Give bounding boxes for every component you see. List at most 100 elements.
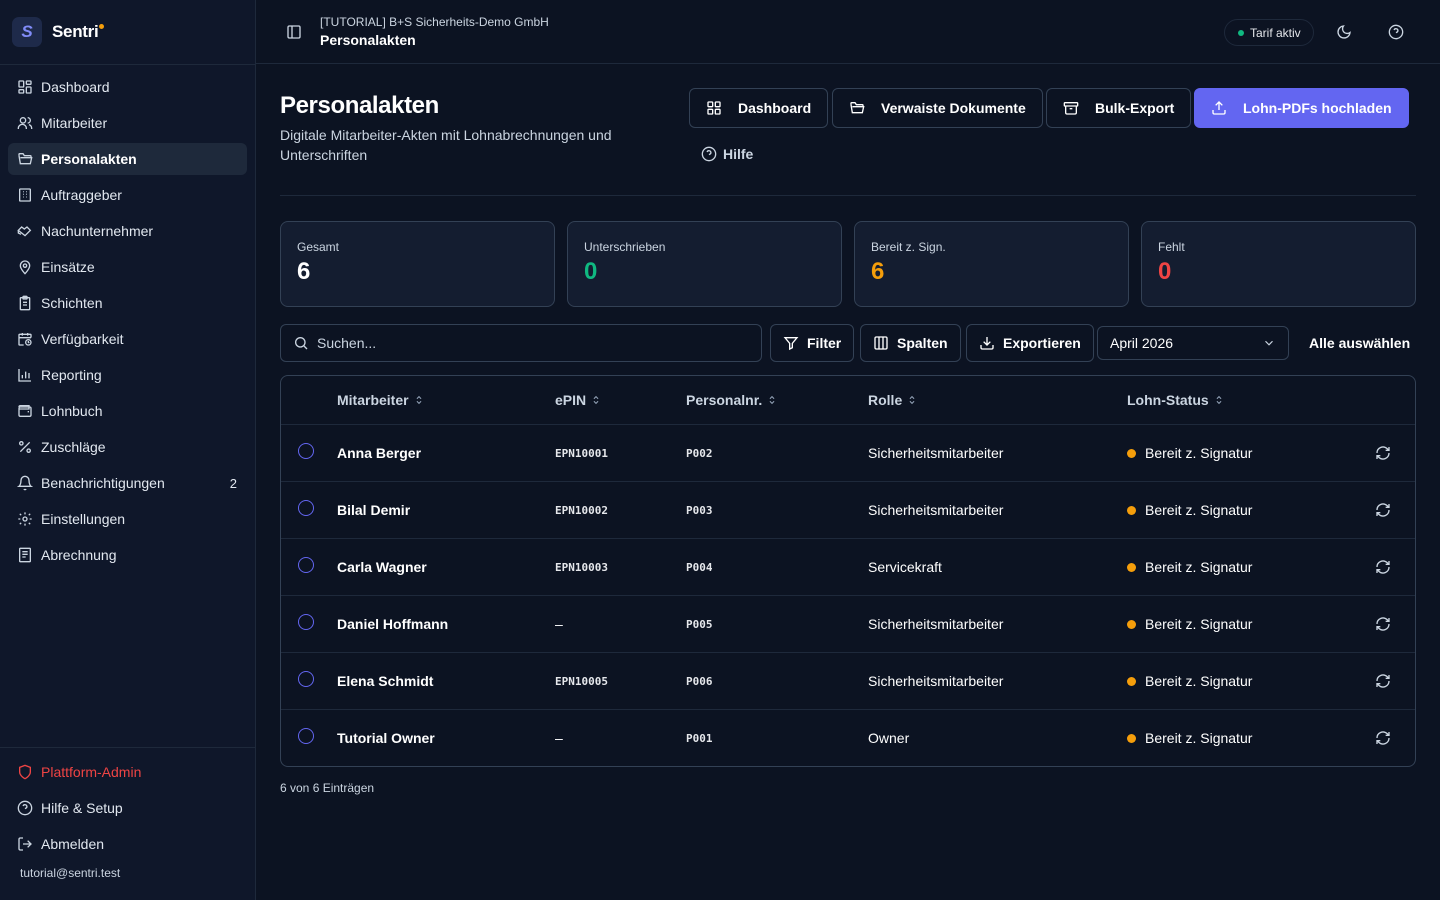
month-select[interactable]: April 2026 bbox=[1097, 326, 1289, 360]
filter-button[interactable]: Filter bbox=[770, 324, 855, 362]
row-checkbox[interactable] bbox=[298, 443, 314, 459]
sidebar-item-dashboard[interactable]: Dashboard bbox=[8, 71, 247, 103]
building-icon bbox=[19, 188, 31, 202]
refresh-icon[interactable] bbox=[1375, 502, 1391, 518]
table-row[interactable]: Tutorial Owner – P001 Owner Bereit z. Si… bbox=[281, 710, 1415, 766]
sidebar-item-label: Reporting bbox=[41, 367, 102, 383]
help-circle-icon[interactable] bbox=[1388, 24, 1404, 40]
sidebar-item-schichten[interactable]: Schichten bbox=[8, 287, 247, 319]
stat-label: Unterschrieben bbox=[584, 240, 666, 254]
sidebar-item-einstellungen[interactable]: Einstellungen bbox=[8, 503, 247, 535]
employee-name[interactable]: Tutorial Owner bbox=[337, 730, 435, 746]
select-all-button[interactable]: Alle auswählen bbox=[1309, 335, 1410, 351]
sort-icon bbox=[769, 395, 775, 405]
stat-value: 0 bbox=[1158, 258, 1172, 285]
row-checkbox[interactable] bbox=[298, 500, 314, 516]
column-header-personalnr[interactable]: Personalnr. bbox=[686, 392, 777, 408]
sort-icon bbox=[1216, 395, 1222, 405]
tarif-status-dot bbox=[1238, 29, 1244, 36]
sidebar-item-reporting[interactable]: Reporting bbox=[8, 359, 247, 391]
sidebar-item-label: Mitarbeiter bbox=[41, 115, 108, 131]
sort-icon bbox=[416, 395, 422, 405]
dashboard-button[interactable]: Dashboard bbox=[689, 88, 829, 128]
tarif-status-badge[interactable]: Tarif aktiv bbox=[1224, 19, 1314, 46]
sidebar-item-nachunternehmer[interactable]: Nachunternehmer bbox=[8, 215, 247, 247]
upload-payroll-pdfs-button[interactable]: Lohn-PDFs hochladen bbox=[1194, 88, 1409, 128]
sort-icon bbox=[909, 395, 915, 405]
columns-label: Spalten bbox=[897, 335, 948, 351]
page-title: Personalakten bbox=[280, 92, 439, 119]
employee-personalnr: P004 bbox=[686, 561, 713, 574]
sidebar-item-zuschlaege[interactable]: Zuschläge bbox=[8, 431, 247, 463]
row-checkbox[interactable] bbox=[298, 671, 314, 687]
sidebar-item-mitarbeiter[interactable]: Mitarbeiter bbox=[8, 107, 247, 139]
refresh-icon[interactable] bbox=[1375, 616, 1391, 632]
refresh-icon[interactable] bbox=[1375, 559, 1391, 575]
bulk-export-button[interactable]: Bulk-Export bbox=[1046, 88, 1192, 128]
table-row[interactable]: Daniel Hoffmann – P005 Sicherheitsmitarb… bbox=[281, 596, 1415, 653]
help-link[interactable]: Hilfe bbox=[701, 146, 753, 162]
sidebar-item-verfuegbarkeit[interactable]: Verfügbarkeit bbox=[8, 323, 247, 355]
employee-role: Sicherheitsmitarbeiter bbox=[868, 673, 1004, 689]
dashboard-icon bbox=[18, 80, 32, 94]
page-subtitle: Digitale Mitarbeiter-Akten mit Lohnabrec… bbox=[280, 127, 612, 163]
orphaned-documents-label: Verwaiste Dokumente bbox=[881, 100, 1026, 116]
logout-icon bbox=[18, 837, 32, 851]
topbar: [TUTORIAL] B+S Sicherheits-Demo GmbH Per… bbox=[256, 0, 1440, 64]
status-dot bbox=[1127, 448, 1136, 458]
search-input[interactable] bbox=[317, 335, 717, 351]
logout-link[interactable]: Abmelden bbox=[8, 828, 247, 860]
sidebar-item-abrechnung[interactable]: Abrechnung bbox=[8, 539, 247, 571]
sidebar-item-label: Einsätze bbox=[41, 259, 95, 275]
column-header-lohn-status[interactable]: Lohn-Status bbox=[1127, 392, 1224, 408]
stat-value: 6 bbox=[297, 258, 311, 285]
column-header-mitarbeiter[interactable]: Mitarbeiter bbox=[337, 392, 424, 408]
orphaned-documents-button[interactable]: Verwaiste Dokumente bbox=[832, 88, 1043, 128]
sidebar-item-label: Lohnbuch bbox=[41, 403, 103, 419]
table-row[interactable]: Carla Wagner EPN10003 P004 Servicekraft … bbox=[281, 539, 1415, 596]
refresh-icon[interactable] bbox=[1375, 673, 1391, 689]
sidebar-item-einsaetze[interactable]: Einsätze bbox=[8, 251, 247, 283]
row-checkbox[interactable] bbox=[298, 728, 314, 744]
payroll-status: Bereit z. Signatur bbox=[1127, 730, 1252, 746]
gear-icon bbox=[18, 512, 32, 526]
moon-icon[interactable] bbox=[1336, 24, 1352, 40]
user-email: tutorial@sentri.test bbox=[20, 866, 121, 880]
sidebar-item-benachrichtigungen[interactable]: Benachrichtigungen 2 bbox=[8, 467, 247, 499]
columns-button[interactable]: Spalten bbox=[860, 324, 961, 362]
stat-value: 0 bbox=[584, 258, 598, 285]
sidebar-item-lohnbuch[interactable]: Lohnbuch bbox=[8, 395, 247, 427]
sidebar-item-auftraggeber[interactable]: Auftraggeber bbox=[8, 179, 247, 211]
employee-name[interactable]: Carla Wagner bbox=[337, 559, 427, 575]
employee-name[interactable]: Anna Berger bbox=[337, 445, 421, 461]
dashboard-button-label: Dashboard bbox=[738, 100, 812, 116]
table-row[interactable]: Anna Berger EPN10001 P002 Sicherheitsmit… bbox=[281, 425, 1415, 482]
upload-payroll-pdfs-label: Lohn-PDFs hochladen bbox=[1243, 100, 1392, 116]
platform-admin-link[interactable]: Plattform-Admin bbox=[8, 756, 247, 788]
help-setup-link[interactable]: Hilfe & Setup bbox=[8, 792, 247, 824]
employee-role: Sicherheitsmitarbeiter bbox=[868, 445, 1004, 461]
sidebar-toggle-icon[interactable] bbox=[286, 24, 302, 40]
table-row[interactable]: Elena Schmidt EPN10005 P006 Sicherheitsm… bbox=[281, 653, 1415, 710]
employee-name[interactable]: Elena Schmidt bbox=[337, 673, 433, 689]
logo: S bbox=[12, 17, 42, 47]
refresh-icon[interactable] bbox=[1375, 730, 1391, 746]
column-header-rolle[interactable]: Rolle bbox=[868, 392, 917, 408]
payroll-status: Bereit z. Signatur bbox=[1127, 673, 1252, 689]
sidebar-item-personalakten[interactable]: Personalakten bbox=[8, 143, 247, 175]
sidebar-bottom: Plattform-Admin Hilfe & Setup Abmelden t… bbox=[0, 747, 255, 880]
employee-role: Sicherheitsmitarbeiter bbox=[868, 616, 1004, 632]
column-header-epin[interactable]: ePIN bbox=[555, 392, 601, 408]
receipt-icon bbox=[19, 547, 31, 563]
handshake-icon bbox=[17, 226, 32, 237]
row-checkbox[interactable] bbox=[298, 614, 314, 630]
sidebar-item-label: Abrechnung bbox=[41, 547, 117, 563]
row-checkbox[interactable] bbox=[298, 557, 314, 573]
refresh-icon[interactable] bbox=[1375, 445, 1391, 461]
export-button[interactable]: Exportieren bbox=[966, 324, 1094, 362]
brand[interactable]: S Sentri bbox=[0, 0, 255, 65]
employee-name[interactable]: Daniel Hoffmann bbox=[337, 616, 448, 632]
wallet-icon bbox=[18, 405, 32, 417]
table-row[interactable]: Bilal Demir EPN10002 P003 Sicherheitsmit… bbox=[281, 482, 1415, 539]
employee-name[interactable]: Bilal Demir bbox=[337, 502, 410, 518]
